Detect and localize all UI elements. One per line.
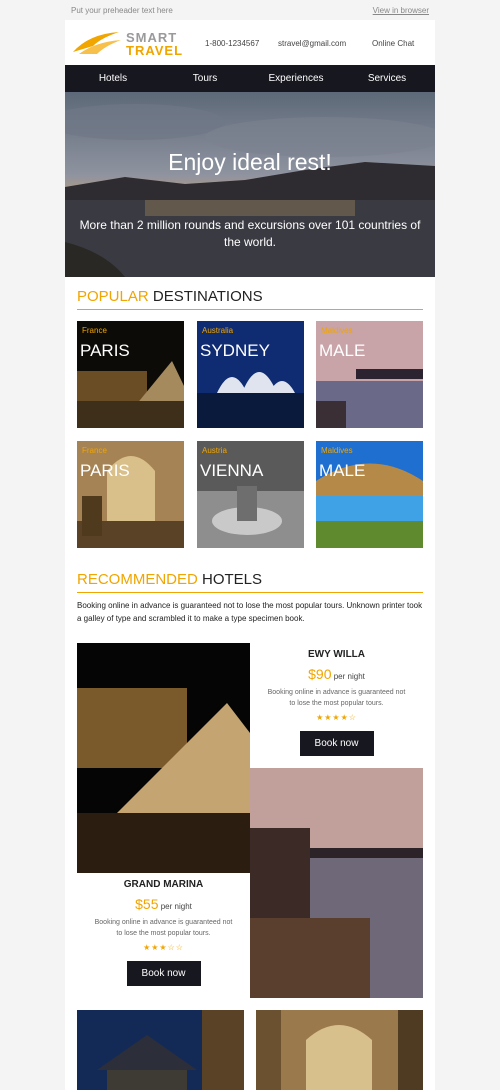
hero-subtitle: More than 2 million rounds and excursion… (79, 218, 421, 249)
thatched-hut-image (77, 1010, 244, 1090)
vienna-fountain-image (197, 441, 304, 548)
hotel-card-grand-marina: GRAND MARINA $55 per night Booking onlin… (77, 879, 250, 986)
hotel-price-currency: $ (308, 666, 316, 682)
nav-item-services[interactable]: Services (343, 73, 431, 84)
hotel-price-currency: $ (135, 896, 143, 912)
book-now-button[interactable]: Book now (299, 731, 374, 756)
recommended-hotels-heading: RECOMMENDED HOTELS (77, 571, 423, 593)
hotel-photo-hut (77, 1010, 244, 1090)
destination-card-vienna[interactable]: Austria VIENNA (197, 441, 304, 548)
email-page: Put your preheader text here View in bro… (0, 0, 500, 1090)
hero-banner: Enjoy ideal rest! More than 2 million ro… (65, 92, 435, 277)
destination-card-male[interactable]: Maldives MALE (316, 321, 423, 428)
destination-country: Maldives (321, 326, 353, 335)
destination-country: Maldives (321, 446, 353, 455)
nav-item-hotels[interactable]: Hotels (65, 73, 161, 84)
email-link[interactable]: stravel@gmail.com (278, 39, 346, 48)
hotel-description: Booking online in advance is guaranteed … (267, 689, 406, 707)
hotel-name: GRAND MARINA (123, 879, 204, 890)
nav-item-experiences[interactable]: Experiences (252, 73, 340, 84)
destination-country: Austria (202, 446, 227, 455)
hotel-price-value: 90 (315, 666, 332, 682)
destination-card-male-2[interactable]: Maldives MALE (316, 441, 423, 548)
destination-country: France (82, 326, 107, 335)
logo[interactable]: SMART TRAVEL (71, 28, 183, 58)
header: SMART TRAVEL 1-800-1234567 stravel@gmail… (65, 20, 435, 65)
destination-city: SYDNEY (200, 341, 270, 360)
preheader-text: Put your preheader text here (71, 6, 173, 15)
destination-city: MALE (319, 341, 366, 360)
destination-city: PARIS (80, 341, 130, 360)
maldives-pool-image (316, 441, 423, 548)
paris-interior-image (77, 441, 184, 548)
destination-city: PARIS (80, 461, 130, 480)
destination-country: Australia (202, 326, 234, 335)
hotel-description: Booking online in advance is guaranteed … (94, 919, 233, 937)
main-nav: Hotels Tours Experiences Services (65, 65, 435, 92)
hotel-name: EWY WILLA (307, 649, 366, 660)
destination-card-paris-2[interactable]: France PARIS (77, 441, 184, 548)
hotel-rating-stars: ★★★☆☆ (143, 943, 184, 952)
hotel-price: $90 per night (250, 666, 423, 682)
maldives-sunset-image (316, 321, 423, 428)
popular-heading-rest: DESTINATIONS (152, 288, 263, 305)
destination-city: VIENNA (200, 461, 264, 480)
hotel-corridor-image (256, 1010, 423, 1090)
recommended-heading-accent: RECOMMENDED (77, 571, 198, 588)
book-now-button[interactable]: Book now (126, 961, 201, 986)
hotel-price-value: 55 (142, 896, 159, 912)
louvre-night-image (77, 643, 250, 873)
hotel-card-ewy-willa: EWY WILLA $90 per night Booking online i… (250, 649, 423, 756)
destination-card-paris[interactable]: France PARIS (77, 321, 184, 428)
recommended-intro: Booking online in advance is guaranteed … (77, 601, 423, 623)
hotel-price-unit: per night (160, 902, 192, 911)
louvre-pyramid-image (77, 321, 184, 428)
popular-heading-accent: POPULAR (77, 288, 149, 305)
online-chat-link[interactable]: Online Chat (372, 39, 414, 48)
hotel-photo-louvre (77, 643, 250, 873)
destination-card-sydney[interactable]: Australia SYDNEY (197, 321, 304, 428)
hero-title: Enjoy ideal rest! (168, 149, 332, 175)
wing-logo-icon (73, 32, 121, 54)
view-in-browser-link[interactable]: View in browser (373, 6, 429, 15)
nav-item-tours[interactable]: Tours (158, 73, 252, 84)
email-card: SMART TRAVEL 1-800-1234567 stravel@gmail… (65, 20, 435, 1090)
hotel-price-unit: per night (333, 672, 365, 681)
logo-text-bottom: TRAVEL (126, 43, 184, 58)
phone-link[interactable]: 1-800-1234567 (205, 39, 259, 48)
hotel-price: $55 per night (77, 896, 250, 912)
popular-destinations-heading: POPULAR DESTINATIONS (77, 288, 423, 310)
hotel-photo-maldives (250, 768, 423, 998)
hotel-rating-stars: ★★★★☆ (316, 713, 357, 722)
preheader: Put your preheader text here View in bro… (0, 0, 500, 20)
recommended-heading-rest: HOTELS (202, 571, 263, 588)
sydney-opera-image (197, 321, 304, 428)
hotel-photo-corridor (256, 1010, 423, 1090)
destination-country: France (82, 446, 107, 455)
destination-city: MALE (319, 461, 366, 480)
maldives-villa-image (250, 768, 423, 998)
